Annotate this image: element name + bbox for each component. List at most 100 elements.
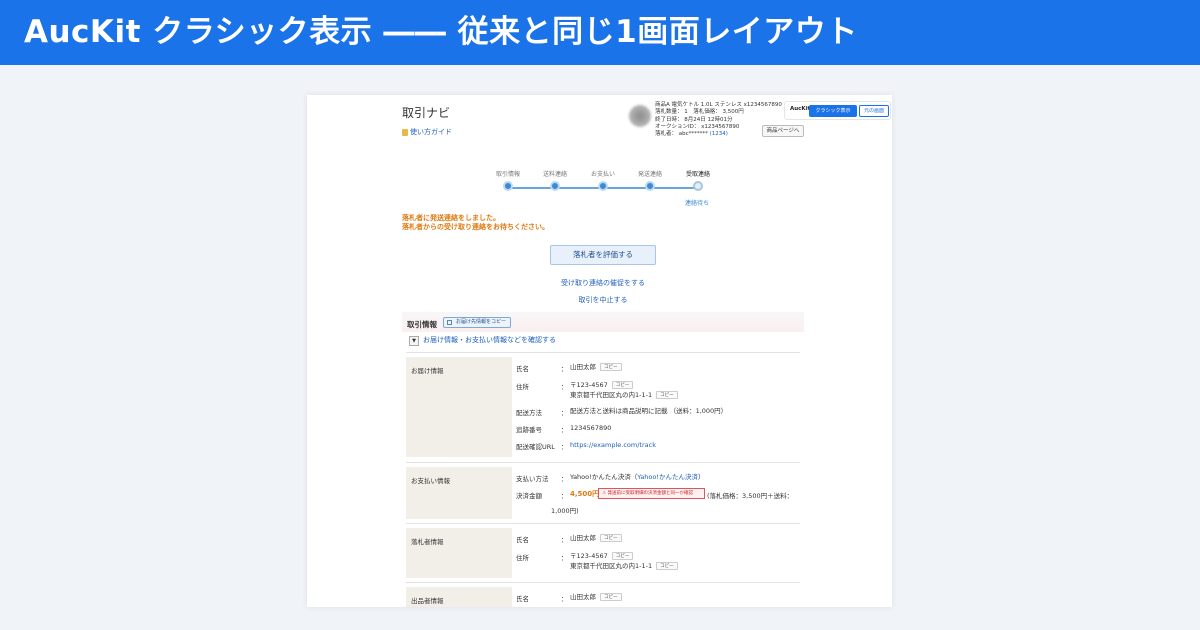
colon: ： bbox=[561, 383, 568, 391]
address-value: 東京都千代田区丸の内1-1-1 bbox=[570, 391, 653, 399]
step-dot-current bbox=[693, 181, 703, 191]
field-label: 支払い方法 bbox=[516, 475, 549, 483]
field-label: 氏名 bbox=[516, 595, 529, 603]
amount-warning-badge: ⚠ 発送前に受取明細の決済金額と同一か確認 bbox=[598, 488, 705, 499]
copy-button[interactable]: コピー bbox=[656, 562, 678, 570]
payment-method-link[interactable]: Yahoo!かんたん決済 bbox=[637, 473, 698, 481]
copy-destination-label: お届け先情報をコピー bbox=[456, 319, 507, 325]
winner-name-value: 山田太郎 bbox=[570, 534, 596, 542]
step-payment: お支払い bbox=[583, 169, 623, 191]
auckit-switcher: AucKit クラシック表示 元の画面 bbox=[784, 101, 891, 120]
step-label: 発送連絡 bbox=[637, 171, 662, 178]
trade-info-heading: 取引情報 bbox=[407, 320, 437, 329]
item-page-button[interactable]: 商品ページへ bbox=[762, 125, 804, 137]
recipient-name-value: 山田太郎 bbox=[570, 363, 596, 371]
copy-button[interactable]: コピー bbox=[600, 593, 622, 601]
colon: ： bbox=[561, 365, 568, 373]
step-receipt: 受取連絡 bbox=[678, 169, 718, 191]
colon: ： bbox=[561, 536, 568, 544]
recipient-name: 山田太郎 コピー bbox=[570, 362, 622, 372]
payment-amount: 4,500円 bbox=[570, 490, 600, 498]
evaluate-winner-button[interactable]: 落札者を評価する bbox=[550, 245, 656, 265]
notice-line: 落札者からの受け取り連絡をお待ちください。 bbox=[402, 223, 549, 231]
winner-section: 落札者情報 bbox=[406, 528, 512, 578]
winner-address: 〒123-4567 コピー 東京都千代田区丸の内1-1-1 コピー bbox=[570, 551, 678, 571]
divider bbox=[406, 582, 800, 583]
page-title: 取引ナビ bbox=[402, 106, 451, 120]
step-label: お支払い bbox=[590, 171, 615, 178]
colon: ： bbox=[561, 409, 568, 417]
step-shipping-notice: 発送連絡 bbox=[630, 169, 670, 191]
delivery-section: お届け情報 bbox=[406, 357, 512, 457]
colon: ： bbox=[561, 426, 568, 434]
step-label: 送料連絡 bbox=[542, 171, 567, 178]
seller-section: 出品者情報 bbox=[406, 587, 512, 607]
seller-name: 山田太郎 コピー bbox=[570, 592, 622, 602]
notice-line: 落札者に発送連絡をしました。 bbox=[402, 214, 500, 222]
section-label: 出品者情報 bbox=[411, 597, 444, 605]
zip-line: 〒123-4567 コピー bbox=[570, 380, 678, 390]
price-breakdown-shipping: 1,000円) bbox=[551, 507, 579, 515]
divider bbox=[406, 462, 800, 463]
winner-name: 山田太郎 コピー bbox=[570, 533, 622, 543]
auckit-label: AucKit bbox=[790, 106, 811, 112]
colon: ： bbox=[561, 475, 568, 483]
classic-view-button[interactable]: クラシック表示 bbox=[809, 105, 857, 117]
step-label: 受取連絡 bbox=[685, 171, 710, 178]
copy-button[interactable]: コピー bbox=[611, 552, 634, 560]
step-dot bbox=[550, 181, 560, 191]
colon: ： bbox=[561, 554, 568, 562]
copy-button[interactable]: コピー bbox=[600, 363, 622, 371]
field-label: 追跡番号 bbox=[516, 426, 542, 434]
step-label: 取引情報 bbox=[495, 171, 520, 178]
address-line: 東京都千代田区丸の内1-1-1 コピー bbox=[570, 561, 678, 571]
payment-method-text: Yahoo!かんたん決済（ bbox=[570, 473, 638, 481]
field-label: 決済金額 bbox=[516, 492, 542, 500]
guide-link[interactable]: 使い方ガイド bbox=[402, 127, 452, 137]
colon: ： bbox=[561, 492, 568, 500]
cancel-trade-link[interactable]: 取引を中止する bbox=[507, 295, 699, 305]
field-label: 配送方法 bbox=[516, 409, 542, 417]
copy-button[interactable]: コピー bbox=[611, 381, 634, 389]
colon: ： bbox=[561, 443, 568, 451]
step-shipping-fee: 送料連絡 bbox=[535, 169, 575, 191]
divider bbox=[406, 352, 800, 353]
tracking-number: 1234567890 bbox=[570, 424, 612, 432]
step-trade-info: 取引情報 bbox=[488, 169, 528, 191]
copy-destination-button[interactable]: お届け先情報をコピー bbox=[443, 317, 511, 328]
zip-line: 〒123-4567 コピー bbox=[570, 551, 678, 561]
original-view-button[interactable]: 元の画面 bbox=[859, 105, 889, 117]
section-label: お支払い情報 bbox=[411, 477, 450, 485]
expand-toggle[interactable]: ▼ bbox=[409, 336, 419, 346]
screenshot-panel: 取引ナビ 使い方ガイド 商品A 電気ケトル 1.0L ステンレス x123456… bbox=[307, 95, 892, 607]
zip-value: 〒123-4567 bbox=[570, 552, 608, 560]
field-label: 配送確認URL bbox=[516, 443, 555, 451]
winner-score-link[interactable]: (1234) bbox=[710, 131, 728, 137]
recipient-address: 〒123-4567 コピー 東京都千代田区丸の内1-1-1 コピー bbox=[570, 380, 678, 400]
expand-details-link[interactable]: お届け情報・お支払い情報などを確認する bbox=[423, 335, 556, 345]
remind-receipt-link[interactable]: 受け取り連絡の催促をする bbox=[507, 278, 699, 288]
copy-button[interactable]: コピー bbox=[656, 391, 678, 399]
item-info-line: 落札数量： 1 落札価格： 3,500円 bbox=[655, 109, 744, 116]
copy-button[interactable]: コピー bbox=[600, 534, 622, 542]
item-info-line: 終了日時： 8月24日 12時01分 bbox=[655, 116, 733, 123]
guide-icon bbox=[402, 128, 408, 136]
seller-name-value: 山田太郎 bbox=[570, 593, 596, 601]
page-banner: AucKit クラシック表示 ―― 従来と同じ1画面レイアウト bbox=[0, 0, 1200, 65]
payment-method-suffix: ） bbox=[698, 473, 705, 481]
divider bbox=[406, 523, 800, 524]
zip-value: 〒123-4567 bbox=[570, 381, 608, 389]
item-thumbnail bbox=[629, 105, 651, 127]
field-label: 住所 bbox=[516, 554, 529, 562]
step-dot bbox=[598, 181, 608, 191]
field-label: 氏名 bbox=[516, 365, 529, 373]
address-value: 東京都千代田区丸の内1-1-1 bbox=[570, 562, 653, 570]
section-label: 落札者情報 bbox=[411, 538, 444, 546]
price-breakdown: (落札価格：3,500円＋送料： bbox=[707, 492, 794, 500]
status-notice: 落札者に発送連絡をしました。 落札者からの受け取り連絡をお待ちください。 bbox=[402, 214, 549, 232]
step-dot bbox=[645, 181, 655, 191]
payment-section: お支払い情報 bbox=[406, 467, 512, 519]
guide-label: 使い方ガイド bbox=[410, 128, 452, 136]
shipping-method: 配送方法と送料は商品説明に記載 （送料：1,000円） bbox=[570, 407, 728, 415]
tracking-url-link[interactable]: https://example.com/track bbox=[570, 440, 656, 450]
